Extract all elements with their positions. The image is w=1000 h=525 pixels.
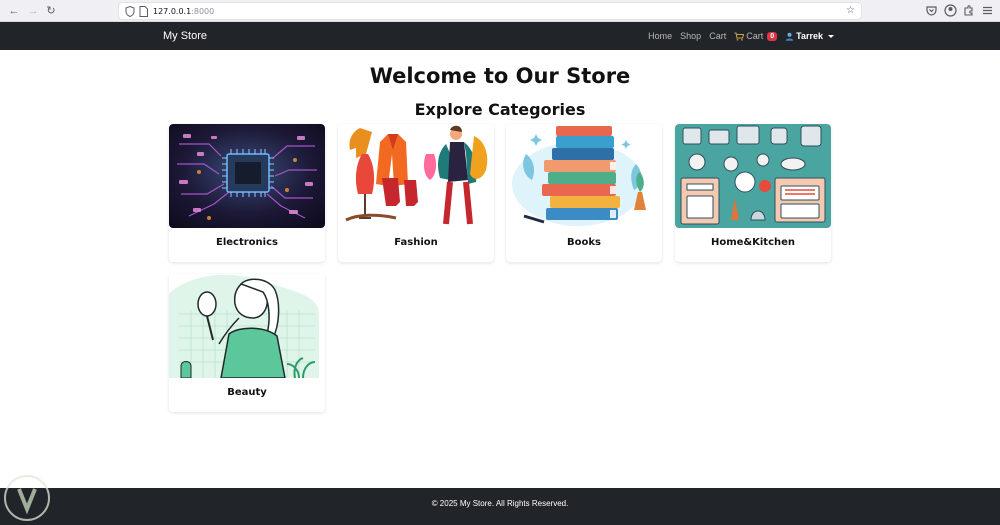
nav-home-link[interactable]: Home	[648, 30, 672, 42]
user-name: Tarrek	[796, 31, 823, 41]
category-card-fashion[interactable]: Fashion	[338, 124, 494, 262]
category-card-beauty[interactable]: Beauty	[169, 274, 325, 412]
cart-label: Cart	[746, 31, 764, 41]
category-card-books[interactable]: Books	[506, 124, 662, 262]
extensions-icon[interactable]	[962, 4, 975, 17]
back-icon[interactable]: ←	[6, 3, 22, 19]
circuit-board-image	[169, 124, 325, 228]
category-name: Home&Kitchen	[710, 237, 796, 248]
browser-toolbar: ← → ↻ 127.0.0.1:8000 ☆	[0, 0, 1000, 22]
skincare-illustration	[169, 274, 325, 378]
kitchen-illustration	[675, 124, 831, 228]
chevron-down-icon	[828, 34, 834, 38]
category-name: Fashion	[394, 237, 438, 248]
shield-icon	[125, 6, 135, 17]
user-dropdown[interactable]: Tarrek	[785, 30, 834, 42]
nav-links: Home Shop Cart Cart 0 Tarrek	[648, 22, 834, 50]
page-icon	[139, 6, 148, 17]
bookmark-star-icon[interactable]: ☆	[846, 5, 855, 17]
watermark-logo	[4, 475, 50, 521]
cart-count-badge: 0	[767, 31, 778, 41]
page-title: Welcome to Our Store	[369, 64, 631, 88]
url-port: :8000	[191, 7, 215, 16]
category-name: Electronics	[216, 237, 278, 248]
user-icon	[785, 32, 794, 41]
nav-cart-count-link[interactable]: Cart 0	[734, 30, 778, 42]
cart-icon	[734, 32, 745, 41]
forward-icon[interactable]: →	[25, 3, 41, 19]
nav-shop-link[interactable]: Shop	[680, 30, 701, 42]
section-title: Explore Categories	[414, 100, 586, 119]
nav-cart-link[interactable]: Cart	[709, 30, 726, 42]
address-bar[interactable]: 127.0.0.1:8000 ☆	[118, 2, 862, 20]
category-name: Books	[567, 237, 601, 248]
url-host: 127.0.0.1	[153, 7, 192, 16]
account-icon[interactable]	[944, 4, 957, 17]
book-stack-illustration	[506, 124, 662, 228]
category-name: Beauty	[227, 387, 267, 398]
site-footer: © 2025 My Store. All Rights Reserved.	[0, 488, 1000, 525]
category-card-electronics[interactable]: Electronics	[169, 124, 325, 262]
url-text: 127.0.0.1:8000	[153, 6, 214, 17]
menu-icon[interactable]	[981, 4, 994, 17]
clothing-illustration	[338, 124, 494, 228]
pocket-icon[interactable]	[925, 4, 938, 17]
footer-copyright: © 2025 My Store. All Rights Reserved.	[431, 499, 569, 508]
site-navbar: My Store Home Shop Cart Cart 0 Tarrek	[0, 22, 1000, 50]
category-card-home-kitchen[interactable]: Home&Kitchen	[675, 124, 831, 262]
brand-link[interactable]: My Store	[163, 29, 207, 43]
reload-icon[interactable]: ↻	[43, 3, 59, 19]
